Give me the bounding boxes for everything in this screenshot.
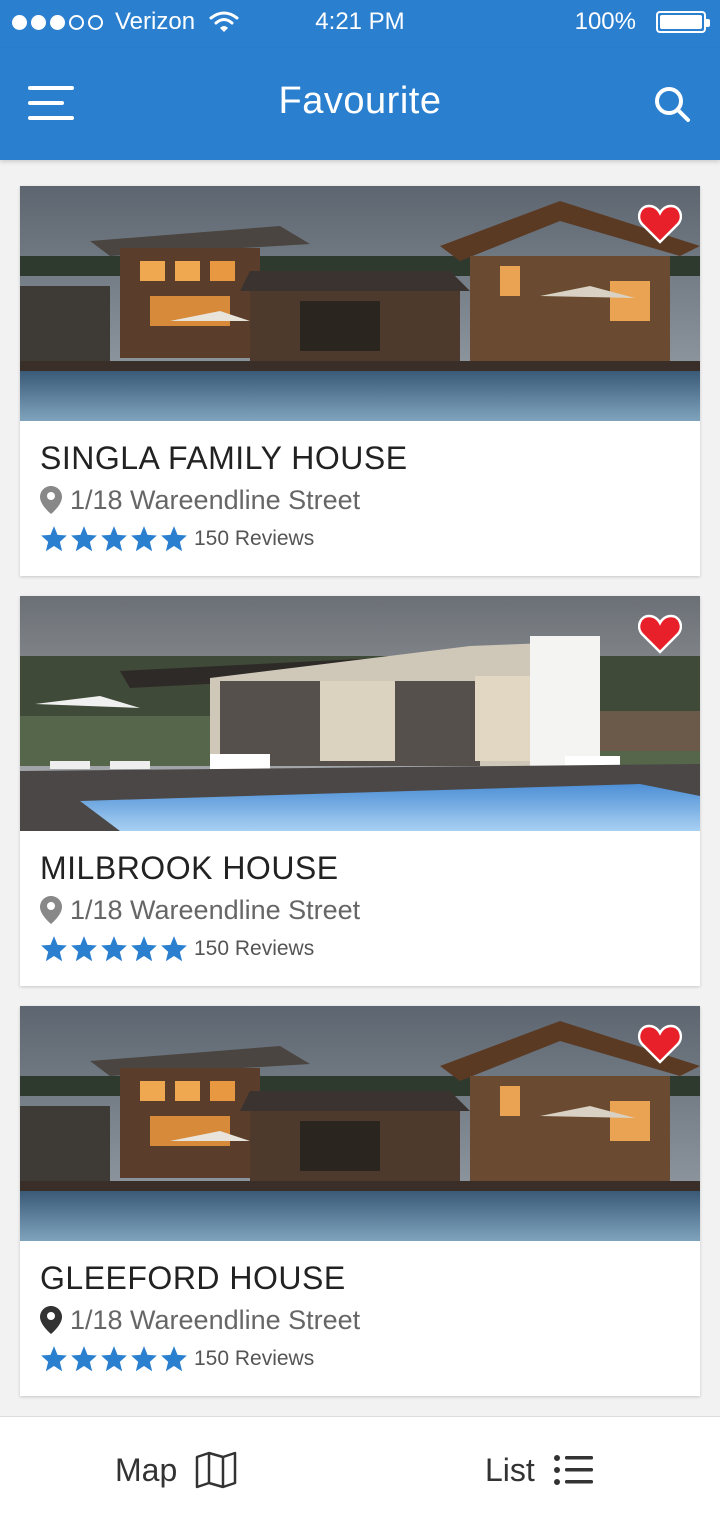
star-icon xyxy=(161,936,187,962)
modern-house-image xyxy=(20,596,700,831)
battery-percent: 100% xyxy=(574,8,636,35)
listing-photo[interactable] xyxy=(20,186,700,421)
star-icon xyxy=(101,936,127,962)
battery-icon xyxy=(656,11,710,33)
star-icon xyxy=(71,1346,97,1372)
listing-title[interactable]: GLEEFORD HOUSE xyxy=(40,1259,680,1297)
star-rating xyxy=(40,1345,188,1373)
star-icon xyxy=(131,1346,157,1372)
favourite-list: SINGLA FAMILY HOUSE 1/18 Wareendline Str… xyxy=(20,186,700,1416)
listing-address: 1/18 Wareendline Street xyxy=(40,483,680,517)
lodge-house-image xyxy=(20,1006,700,1241)
listing-details: GLEEFORD HOUSE 1/18 Wareendline Street 1… xyxy=(20,1241,700,1373)
address-text: 1/18 Wareendline Street xyxy=(70,1305,361,1335)
address-text: 1/18 Wareendline Street xyxy=(70,895,361,925)
status-bar: Verizon 4:21 PM 100% xyxy=(0,0,720,48)
battery-tip xyxy=(706,19,710,27)
listing-rating: 150 Reviews xyxy=(40,935,680,963)
list-tab-label: List xyxy=(485,1451,535,1488)
star-icon xyxy=(131,936,157,962)
page-title: Favourite xyxy=(278,80,442,122)
location-pin-icon xyxy=(40,486,62,514)
map-tab[interactable]: Map xyxy=(115,1451,237,1489)
location-pin-icon xyxy=(40,896,62,924)
heart-icon[interactable] xyxy=(638,1024,682,1064)
list-tab[interactable]: List xyxy=(485,1451,595,1489)
search-icon[interactable] xyxy=(652,84,692,124)
listing-photo[interactable] xyxy=(20,596,700,831)
review-count[interactable]: 150 Reviews xyxy=(194,527,314,551)
map-tab-label: Map xyxy=(115,1451,178,1488)
listing-card[interactable]: SINGLA FAMILY HOUSE 1/18 Wareendline Str… xyxy=(20,186,700,576)
bottom-tab-bar: Map List xyxy=(0,1416,720,1529)
star-icon xyxy=(101,526,127,552)
listing-details: SINGLA FAMILY HOUSE 1/18 Wareendline Str… xyxy=(20,421,700,553)
star-icon xyxy=(101,1346,127,1372)
review-count[interactable]: 150 Reviews xyxy=(194,937,314,961)
heart-icon[interactable] xyxy=(638,614,682,654)
lodge-house-image xyxy=(20,186,700,421)
star-icon xyxy=(41,1346,67,1372)
star-rating xyxy=(40,525,188,553)
battery-fill xyxy=(660,15,702,29)
listing-rating: 150 Reviews xyxy=(40,525,680,553)
listing-card[interactable]: MILBROOK HOUSE 1/18 Wareendline Street 1… xyxy=(20,596,700,986)
listing-rating: 150 Reviews xyxy=(40,1345,680,1373)
heart-icon[interactable] xyxy=(638,204,682,244)
star-rating xyxy=(40,935,188,963)
listing-address: 1/18 Wareendline Street xyxy=(40,893,680,927)
star-icon xyxy=(161,526,187,552)
star-icon xyxy=(41,936,67,962)
map-icon xyxy=(196,1451,237,1489)
star-icon xyxy=(161,1346,187,1372)
star-icon xyxy=(71,936,97,962)
listing-address: 1/18 Wareendline Street xyxy=(40,1303,680,1337)
listing-details: MILBROOK HOUSE 1/18 Wareendline Street 1… xyxy=(20,831,700,963)
listing-title[interactable]: MILBROOK HOUSE xyxy=(40,849,680,887)
star-icon xyxy=(71,526,97,552)
listing-card[interactable]: GLEEFORD HOUSE 1/18 Wareendline Street 1… xyxy=(20,1006,700,1396)
address-text: 1/18 Wareendline Street xyxy=(70,485,361,515)
listing-title[interactable]: SINGLA FAMILY HOUSE xyxy=(40,439,680,477)
star-icon xyxy=(41,526,67,552)
app-header: Favourite xyxy=(0,48,720,160)
review-count[interactable]: 150 Reviews xyxy=(194,1347,314,1371)
list-icon xyxy=(553,1455,593,1485)
star-icon xyxy=(131,526,157,552)
status-right: 100% xyxy=(574,8,710,36)
listing-photo[interactable] xyxy=(20,1006,700,1241)
location-pin-icon xyxy=(40,1306,62,1334)
